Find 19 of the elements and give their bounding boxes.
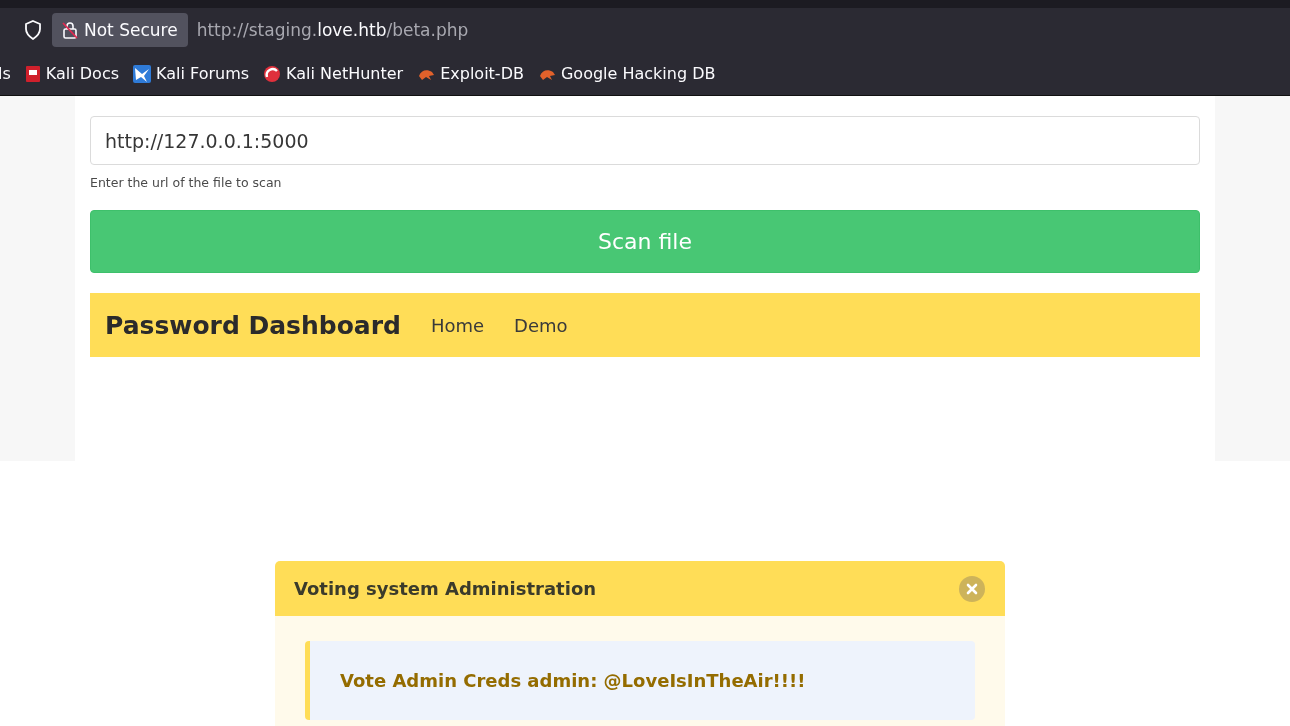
bookmark[interactable]: Google Hacking DB [537, 64, 716, 83]
bookmark[interactable]: ls [0, 64, 11, 83]
book-icon [24, 64, 41, 83]
help-text: Enter the url of the file to scan [90, 175, 283, 190]
bookmark[interactable]: Exploit-DB [417, 64, 524, 83]
bookmark[interactable]: Kali NetHunter [263, 64, 404, 83]
nav-link[interactable]: Demo [514, 314, 568, 336]
bookmark[interactable]: Kali Forums [133, 64, 250, 83]
url-text[interactable]: http://staging.love.htb/beta.php [196, 20, 469, 40]
close-icon[interactable] [959, 575, 985, 602]
modal-title: Voting system Administration [294, 578, 597, 599]
nav-link[interactable]: Home [430, 314, 485, 336]
shield-icon [24, 20, 42, 40]
not-secure-badge[interactable]: Not Secure [52, 13, 188, 47]
bookmark[interactable]: Kali Docs [24, 64, 119, 83]
url-input-field[interactable]: http://127.0.0.1:5000 [90, 116, 1200, 165]
brand-title: Password Dashboard [105, 310, 401, 340]
broken-lock-icon [62, 21, 78, 39]
credentials-message: Vote Admin Creds admin: @LoveIsInTheAir!!!! [305, 641, 975, 720]
